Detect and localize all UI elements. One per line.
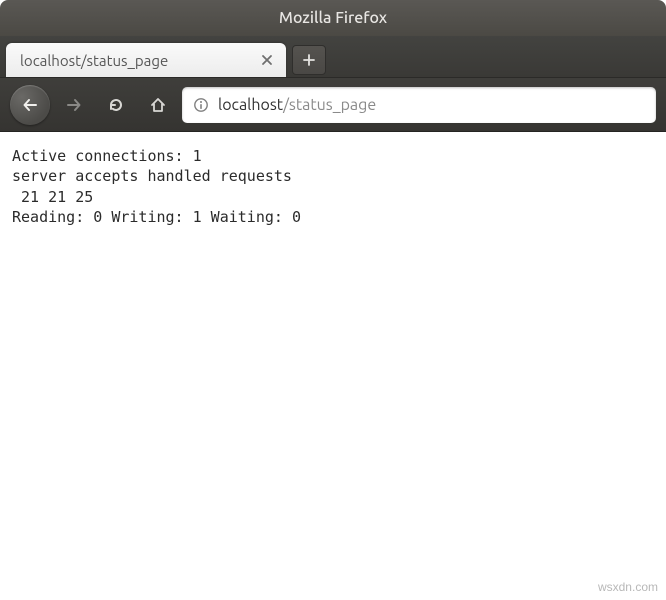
close-tab-icon[interactable] <box>258 51 276 69</box>
url-host: localhost <box>218 96 283 114</box>
url-text: localhost/status_page <box>218 96 646 114</box>
tab-label: localhost/status_page <box>20 52 248 69</box>
reload-button[interactable] <box>98 87 134 123</box>
window-titlebar[interactable]: Mozilla Firefox <box>0 0 666 36</box>
window-title: Mozilla Firefox <box>279 9 387 27</box>
back-button[interactable] <box>10 85 50 125</box>
status-line-header: server accepts handled requests <box>12 167 292 185</box>
url-path: /status_page <box>283 96 376 114</box>
address-bar[interactable]: localhost/status_page <box>182 87 656 123</box>
site-info-icon[interactable] <box>192 96 210 114</box>
status-line-counts: 21 21 25 <box>12 188 93 206</box>
new-tab-button[interactable] <box>292 45 326 75</box>
page-content: Active connections: 1 server accepts han… <box>0 132 666 600</box>
nav-toolbar: localhost/status_page <box>0 78 666 132</box>
home-button[interactable] <box>140 87 176 123</box>
tab-active[interactable]: localhost/status_page <box>6 43 286 77</box>
status-line-rw: Reading: 0 Writing: 1 Waiting: 0 <box>12 208 301 226</box>
status-line-active: Active connections: 1 <box>12 147 202 165</box>
watermark: wsxdn.com <box>598 580 658 594</box>
tab-strip: localhost/status_page <box>0 36 666 78</box>
browser-window: Mozilla Firefox localhost/status_page <box>0 0 666 600</box>
forward-button[interactable] <box>56 87 92 123</box>
